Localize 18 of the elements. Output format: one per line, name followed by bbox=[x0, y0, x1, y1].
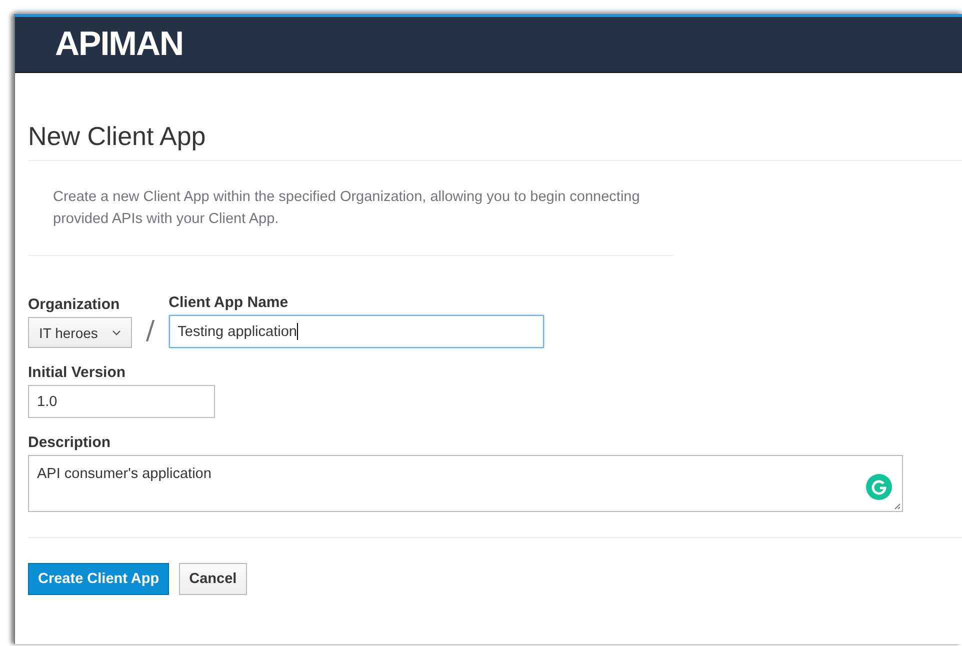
description-field[interactable]: API consumer's application bbox=[28, 455, 903, 512]
resize-handle-icon[interactable] bbox=[894, 503, 901, 510]
field-label: Initial Version bbox=[28, 364, 126, 381]
page-title: New Client App bbox=[28, 121, 962, 161]
cancel-button[interactable]: Cancel bbox=[179, 563, 247, 595]
field-label: Client App Name bbox=[168, 294, 288, 311]
intro-text: Create a new Client App within the specified Organization, allowing you to begin connecting provided APIs with your Client App. bbox=[28, 161, 673, 256]
field-label: Organization bbox=[28, 296, 120, 313]
field-label: Description bbox=[28, 434, 111, 451]
description-text: API consumer's application bbox=[37, 466, 212, 482]
assistant-icon[interactable] bbox=[866, 474, 892, 500]
create-button[interactable]: Create Client App bbox=[28, 563, 170, 595]
version-field[interactable]: 1.0 bbox=[28, 385, 215, 418]
logo[interactable]: APIMAN bbox=[55, 25, 184, 64]
separator: / bbox=[146, 316, 155, 348]
name-field[interactable]: Testing application bbox=[168, 315, 544, 348]
caret-icon bbox=[112, 330, 121, 336]
organization-dropdown[interactable]: IT heroes bbox=[28, 317, 132, 348]
